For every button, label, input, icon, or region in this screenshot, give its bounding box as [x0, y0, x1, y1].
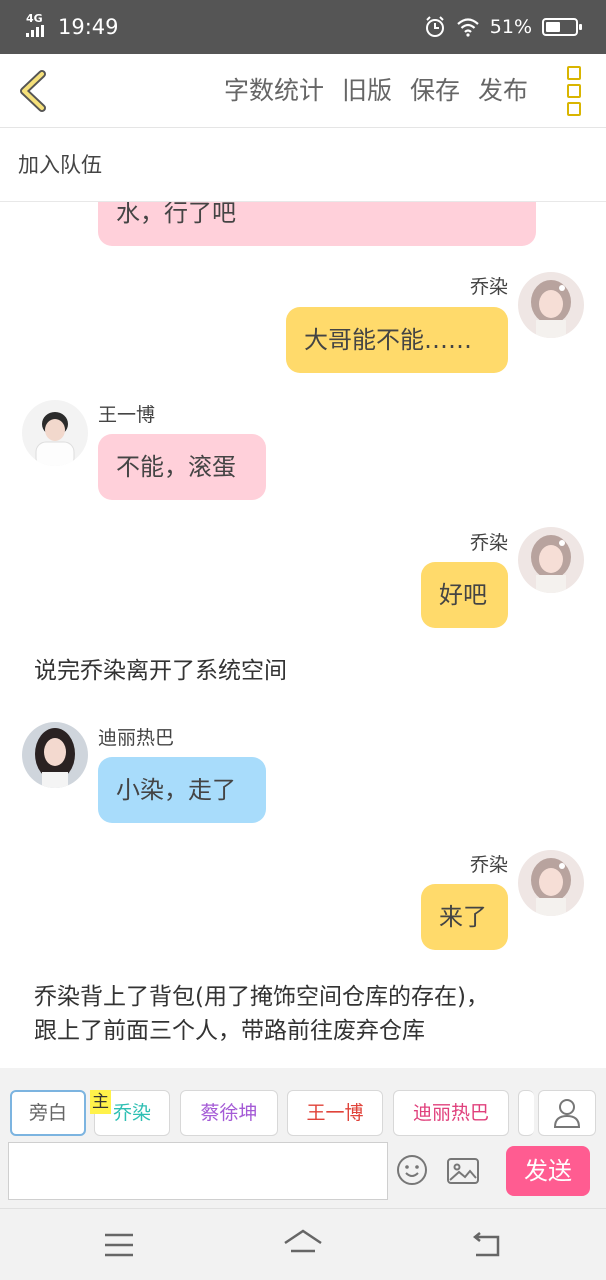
role-chip-wangyibo[interactable]: 王一博 [287, 1090, 383, 1136]
battery-icon [542, 18, 582, 36]
speaker-name: 乔染 [469, 276, 508, 298]
emoji-icon[interactable] [396, 1154, 428, 1186]
message-bubble[interactable]: 不能，滚蛋 [98, 434, 266, 500]
back-nav-icon[interactable] [468, 1227, 508, 1263]
editor-toolbar: 字数统计 旧版 保存 发布 [0, 54, 606, 128]
narration-line: 跟上了前面三个人，带路前往废弃仓库 [34, 1018, 425, 1044]
home-icon[interactable] [283, 1227, 323, 1263]
message-bubble[interactable]: 好吧 [421, 562, 508, 628]
avatar-wangyibo[interactable] [22, 400, 88, 466]
add-role-button[interactable] [538, 1090, 596, 1136]
role-chip-caixukun[interactable]: 蔡徐坤 [180, 1090, 278, 1136]
status-bar: 4G 19:49 51% [0, 0, 606, 54]
alarm-icon [425, 16, 444, 37]
speaker-name: 乔染 [469, 532, 508, 554]
battery-percent: 51% [489, 16, 532, 38]
old-version-button[interactable]: 旧版 [342, 72, 392, 110]
speaker-name: 迪丽热巴 [98, 727, 175, 749]
avatar-qiaoran[interactable] [518, 272, 584, 338]
chat-area[interactable]: 水，行了吧 乔染 大哥能不能…… 王一博 不能，滚蛋 乔染 好吧 说完乔染离开了… [0, 202, 606, 1068]
message-bubble[interactable]: 小染，走了 [98, 757, 266, 823]
message-text: 不能，滚蛋 [116, 453, 236, 481]
message-input[interactable] [8, 1142, 388, 1200]
narration-text[interactable]: 说完乔染离开了系统空间 [34, 654, 287, 688]
message-text: 好吧 [439, 581, 487, 609]
message-bubble[interactable]: 大哥能不能…… [286, 307, 508, 373]
narration-line: 乔染背上了背包(用了掩饰空间仓库的存在)， [34, 984, 489, 1010]
avatar-dilireba[interactable] [22, 722, 88, 788]
back-icon[interactable] [12, 68, 58, 114]
speaker-name: 王一博 [98, 404, 156, 426]
system-nav-bar [0, 1208, 606, 1280]
message-bubble[interactable]: 来了 [421, 884, 508, 950]
save-button[interactable]: 保存 [410, 72, 460, 110]
main-role-badge: 主 [90, 1090, 111, 1114]
role-chip-narrator[interactable]: 旁白 [10, 1090, 86, 1136]
clock: 19:49 [58, 15, 119, 39]
message-text: 水，行了吧 [116, 202, 236, 227]
word-count-button[interactable]: 字数统计 [224, 72, 324, 110]
speaker-name: 乔染 [469, 854, 508, 876]
image-icon[interactable] [446, 1156, 480, 1186]
publish-button[interactable]: 发布 [478, 72, 528, 110]
join-team-button[interactable]: 加入队伍 [0, 128, 606, 202]
role-chip-dilireba[interactable]: 迪丽热巴 [393, 1090, 509, 1136]
more-menu-icon[interactable] [562, 66, 586, 116]
person-icon [553, 1099, 581, 1128]
signal-icon [26, 25, 44, 37]
message-text: 小染，走了 [116, 776, 236, 804]
role-chip-partial[interactable] [518, 1090, 534, 1136]
message-text: 来了 [439, 903, 487, 931]
send-button[interactable]: 发送 [506, 1146, 590, 1196]
role-selector-bar: 旁白 乔染 主 蔡徐坤 王一博 迪丽热巴 发送 [0, 1068, 606, 1208]
avatar-qiaoran[interactable] [518, 850, 584, 916]
message-bubble[interactable]: 水，行了吧 [98, 202, 536, 246]
menu-icon[interactable] [99, 1227, 139, 1263]
wifi-icon [457, 18, 479, 37]
message-text: 大哥能不能…… [304, 326, 472, 354]
network-type: 4G [26, 12, 43, 25]
narration-text[interactable]: 乔染背上了背包(用了掩饰空间仓库的存在)， 跟上了前面三个人，带路前往废弃仓库 [34, 980, 489, 1048]
avatar-qiaoran[interactable] [518, 527, 584, 593]
